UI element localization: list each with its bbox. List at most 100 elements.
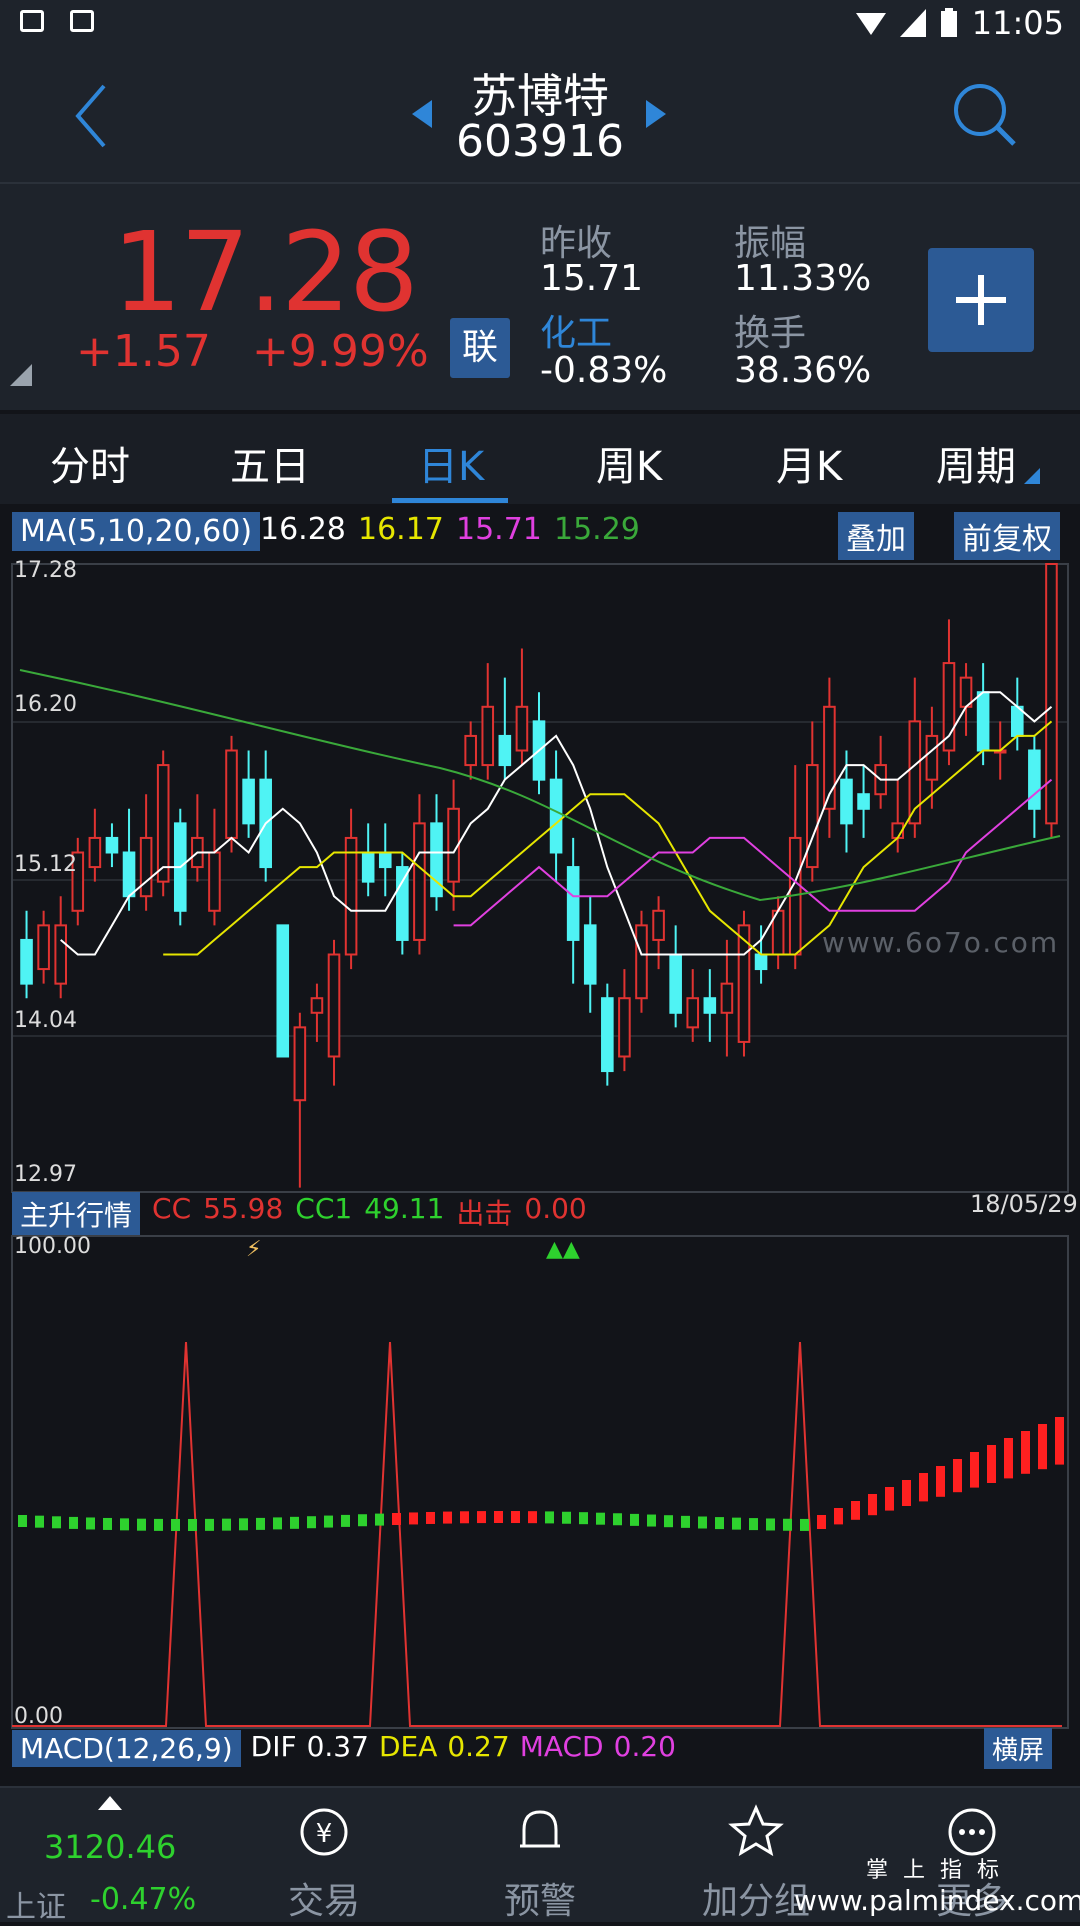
indicator-bar <box>392 1512 401 1525</box>
overlay-button[interactable]: 叠加 <box>838 512 914 560</box>
indicator-bar <box>664 1515 673 1528</box>
watermark: www.6o7o.com <box>822 926 1060 959</box>
adjust-button[interactable]: 前复权 <box>954 512 1060 560</box>
candle-body <box>618 997 631 1058</box>
tab-daily-k[interactable]: 日K <box>418 434 484 492</box>
candle-body <box>361 851 375 883</box>
indicator-bar <box>681 1515 690 1528</box>
indicator-bar <box>885 1487 894 1511</box>
price-change: +1.57 <box>76 326 211 377</box>
tab-period[interactable]: 周期 <box>936 434 1016 492</box>
indicator-bar <box>205 1518 214 1531</box>
indicator-bar <box>1038 1424 1047 1470</box>
candle-body <box>139 836 153 898</box>
landscape-button[interactable]: 横屏 <box>984 1728 1053 1769</box>
indicator-bar <box>579 1512 588 1525</box>
dea-label: DEA <box>378 1730 438 1763</box>
indicator-bar <box>783 1518 792 1531</box>
tab-monthly-k[interactable]: 月K <box>776 434 842 492</box>
linked-button[interactable]: 联 <box>450 318 510 378</box>
indicator-bar <box>443 1511 452 1524</box>
candle-body <box>566 866 580 941</box>
macd-label[interactable]: MACD(12,26,9) <box>12 1730 241 1767</box>
signal-marker: ⚡ <box>246 1237 261 1262</box>
app-notification-icon <box>70 10 94 32</box>
candle-body <box>669 953 682 1014</box>
cc1-value: 49.11 <box>364 1192 445 1225</box>
status-right: 11:05 <box>855 4 1064 42</box>
indicator-bar <box>613 1513 622 1526</box>
ma5-value: 16.28 <box>260 512 346 547</box>
axis-label-top: 17.28 <box>14 558 77 583</box>
expand-up-icon[interactable] <box>98 1796 122 1810</box>
indicator-axis-bottom: 0.00 <box>14 1704 63 1729</box>
indicator-bar <box>732 1517 741 1530</box>
next-stock-icon[interactable] <box>646 100 666 128</box>
period-dropdown-icon[interactable] <box>1024 468 1040 484</box>
ma60-value: 15.29 <box>554 512 640 547</box>
candle-body <box>703 997 717 1014</box>
ma-label[interactable]: MA(5,10,20,60) <box>12 512 261 551</box>
add-watchlist-button[interactable] <box>928 248 1034 352</box>
kline-chart-area[interactable]: MA(5,10,20,60) 16.28 16.17 15.71 15.29 叠… <box>0 506 1080 1782</box>
kline-chart[interactable] <box>0 558 1080 1198</box>
header: 苏博特 603916 <box>0 48 1080 184</box>
indicator-chart[interactable]: ⚡ ▲▲ <box>0 1232 1080 1732</box>
candle-body <box>720 982 734 1014</box>
candle-body <box>105 836 119 854</box>
candle-body <box>122 851 136 898</box>
tab-intraday[interactable]: 分时 <box>50 434 130 492</box>
svg-text:¥: ¥ <box>316 1819 333 1849</box>
search-icon[interactable] <box>950 80 1020 150</box>
index-ticker[interactable]: 3120.46 上证 -0.47% <box>0 1788 216 1925</box>
indicator-bar <box>545 1511 554 1524</box>
candle-body <box>242 778 255 825</box>
indicator-bar <box>69 1516 78 1529</box>
sector-label[interactable]: 化工 <box>540 304 612 356</box>
nav-alert-label: 预警 <box>503 1881 576 1922</box>
nav-alert[interactable]: 预警 <box>432 1788 648 1922</box>
candle-body <box>378 851 392 869</box>
indicator-bar <box>494 1511 503 1524</box>
nav-trade[interactable]: ¥ 交易 <box>216 1788 432 1922</box>
indicator-bar <box>222 1518 231 1531</box>
image-notification-icon <box>20 10 44 32</box>
indicator-name[interactable]: 主升行情 <box>12 1192 141 1236</box>
indicator-bar <box>358 1514 367 1527</box>
index-value: 3120.46 <box>44 1828 177 1866</box>
axis-label-3: 15.12 <box>14 852 77 877</box>
notification-icons <box>20 10 94 32</box>
indicator-bar <box>511 1511 520 1524</box>
ma20-value: 15.71 <box>456 512 542 547</box>
prev-close-value: 15.71 <box>540 258 644 299</box>
indicator-bar <box>1055 1417 1064 1465</box>
indicator-bar <box>18 1515 27 1527</box>
macd-name-label: MACD <box>519 1730 604 1763</box>
index-name: 上证 <box>6 1890 66 1925</box>
tab-weekly-k[interactable]: 周K <box>596 434 662 492</box>
indicator-bar <box>137 1518 146 1531</box>
indicator-bar <box>715 1517 724 1530</box>
indicator-bar <box>273 1517 282 1530</box>
candle-body <box>1028 749 1041 810</box>
candle-body <box>37 924 50 971</box>
wifi-icon <box>855 13 886 35</box>
candle-body <box>686 997 700 1029</box>
tab-five-day[interactable]: 五日 <box>230 434 310 492</box>
candle-body <box>925 734 939 781</box>
indicator-bar <box>154 1518 163 1531</box>
indicator-bar <box>1004 1438 1013 1479</box>
indicator-bar <box>562 1511 571 1524</box>
indicator-bar <box>460 1511 469 1524</box>
candle-body <box>276 924 290 1058</box>
indicator-bar <box>868 1494 877 1516</box>
indicator-header: 主升行情 CC 55.98 CC1 49.11 出击 0.00 <box>12 1192 587 1236</box>
candle-body <box>976 691 990 752</box>
chuji-label: 出击 <box>456 1197 513 1230</box>
indicator-bar <box>103 1517 112 1530</box>
index-change: -0.47% <box>90 1882 197 1917</box>
indicator-bar <box>936 1466 945 1497</box>
expand-corner-icon[interactable] <box>10 364 32 386</box>
indicator-bar <box>851 1501 860 1520</box>
indicator-bar <box>52 1516 61 1529</box>
